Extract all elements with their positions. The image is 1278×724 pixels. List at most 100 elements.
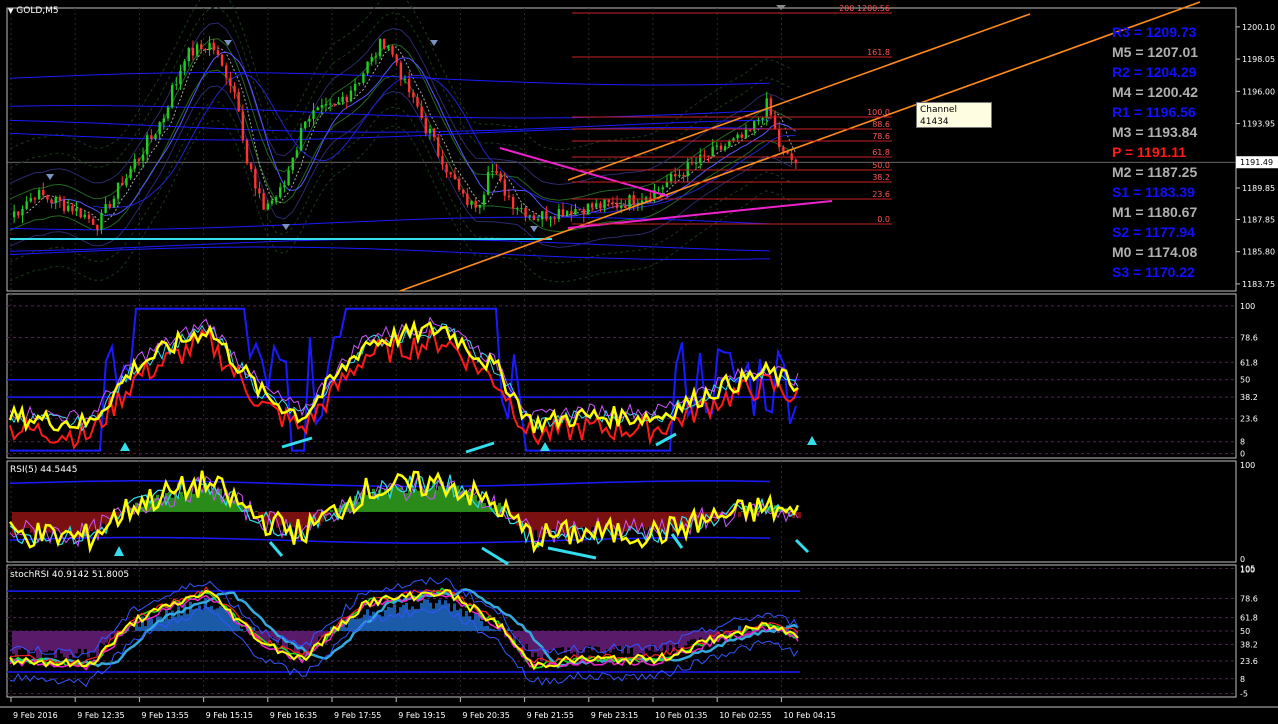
rsi-histogram-bar: [303, 511, 306, 526]
candle-body: [137, 159, 141, 161]
stochrsi-histogram-bar: [492, 629, 495, 631]
candle-body: [17, 211, 20, 216]
stochrsi-histogram-bar: [438, 599, 441, 631]
candle-body: [383, 38, 386, 49]
candle-body: [541, 211, 544, 220]
rsi-histogram-bar: [177, 496, 180, 512]
candle-body: [399, 62, 403, 80]
candle-body: [557, 209, 561, 220]
candle-body: [699, 154, 702, 163]
stochrsi-histogram-bar: [240, 628, 243, 631]
fib-level-label: 0.0: [877, 215, 890, 224]
channel-lower-line: [399, 1, 1201, 292]
candle-body: [778, 128, 781, 148]
stochrsi-histogram-bar: [435, 603, 438, 631]
stochrsi-histogram-bar: [270, 631, 273, 637]
stochrsi-histogram-bar: [777, 631, 780, 634]
stochrsi-histogram-bar: [693, 631, 696, 639]
candle-body: [374, 56, 378, 58]
pivot-level-label: M5 = 1207.01: [1112, 44, 1199, 60]
candle-body: [453, 174, 457, 180]
stochrsi-histogram-bar: [75, 631, 78, 654]
stochrsi-histogram-bar: [138, 626, 141, 631]
stochrsi-histogram-bar: [615, 631, 618, 647]
rsi-histogram-bar: [48, 511, 51, 533]
candle-body: [690, 162, 694, 164]
moving-average-1: [51, 51, 797, 217]
stochrsi-histogram-bar: [738, 625, 741, 631]
candle-body: [125, 178, 128, 186]
stochrsi-histogram-bar: [636, 631, 639, 657]
candle-body: [470, 200, 473, 205]
rsi-histogram-bar: [417, 490, 420, 512]
stochrsi-histogram-bar: [660, 631, 663, 652]
candle-body: [362, 73, 365, 83]
rsi-histogram-bar: [396, 487, 399, 512]
candle-body: [736, 134, 739, 139]
dropdown-triangle-icon[interactable]: ▼: [8, 7, 13, 15]
candle-body: [349, 90, 353, 102]
candle-body: [674, 173, 677, 177]
candle-body: [212, 42, 215, 51]
candle-body: [345, 96, 348, 102]
candle-body: [29, 198, 32, 202]
stochrsi-histogram-bar: [396, 613, 399, 631]
candle-body: [283, 185, 286, 188]
y-tick-label: 1198.05: [1242, 55, 1275, 64]
rsi-histogram-bar: [579, 511, 582, 528]
osc-tick-label: 38.2: [1240, 393, 1258, 402]
candle-body: [682, 174, 685, 177]
x-tick-label: 9 Feb 20:35: [462, 711, 509, 720]
candle-body: [586, 203, 590, 215]
pivot-level-label: S1 = 1183.39: [1112, 184, 1195, 200]
stochrsi-histogram-bar: [687, 631, 690, 642]
candle-body: [611, 202, 615, 204]
candle-body: [595, 203, 598, 208]
stochrsi-histogram-bar: [555, 631, 558, 649]
candle-body: [79, 208, 82, 218]
candle-body: [112, 198, 116, 208]
rsi-histogram-bar: [552, 511, 555, 530]
candle-body: [703, 154, 706, 156]
candle-body: [370, 57, 373, 62]
candle-body: [391, 45, 394, 55]
candle-body: [794, 159, 798, 163]
candle-body: [416, 97, 419, 107]
stochrsi-histogram-bar: [225, 610, 228, 631]
candle-body: [100, 212, 103, 230]
stochrsi-histogram-bar: [567, 631, 570, 648]
stochrsi-histogram-bar: [465, 610, 468, 631]
stochrsi-histogram-bar: [402, 604, 405, 631]
rsi-histogram-bar: [429, 488, 432, 512]
fib-level-label: 100.0: [867, 108, 890, 117]
stochrsi-histogram-bar: [423, 599, 426, 631]
fib-level-label: 78.6: [872, 132, 890, 141]
candle-body: [503, 179, 506, 196]
cyan-arrow-icon: [670, 533, 684, 549]
stochrsi-histogram-bar: [411, 606, 414, 631]
stochrsi-histogram-bar: [405, 602, 408, 631]
stochrsi-histogram-bar: [642, 631, 645, 658]
chart-canvas[interactable]: 9 Feb 2016 9 Feb 12:35 9 Feb 13:55 9 Feb 15…: [0, 0, 1278, 724]
candle-body: [353, 83, 357, 91]
candle-body: [378, 38, 382, 57]
rsi-histogram-bar: [60, 511, 63, 533]
rsi-histogram-bar: [537, 511, 540, 538]
stochrsi-histogram-bar: [495, 630, 498, 631]
osc-tick-label: 8: [1240, 438, 1245, 447]
candle-body: [295, 150, 299, 158]
candle-body: [420, 106, 423, 119]
rsi-histogram-bar: [648, 511, 651, 527]
tooltip-line2: 1196.66: [920, 129, 958, 139]
rsi-histogram-bar: [534, 511, 537, 531]
candle-body: [570, 211, 573, 215]
candle-body: [711, 146, 714, 157]
pivot-level-label: M2 = 1187.25: [1112, 164, 1198, 180]
stochrsi-histogram-bar: [57, 631, 60, 649]
cyan-arrow-icon: [794, 538, 810, 554]
stochrsi-histogram-bar: [66, 631, 69, 661]
stochrsi-histogram-bar: [597, 631, 600, 648]
stochrsi-histogram-bar: [483, 626, 486, 631]
rsi-histogram-bar: [255, 511, 258, 512]
x-tick-label: 9 Feb 12:35: [77, 711, 124, 720]
